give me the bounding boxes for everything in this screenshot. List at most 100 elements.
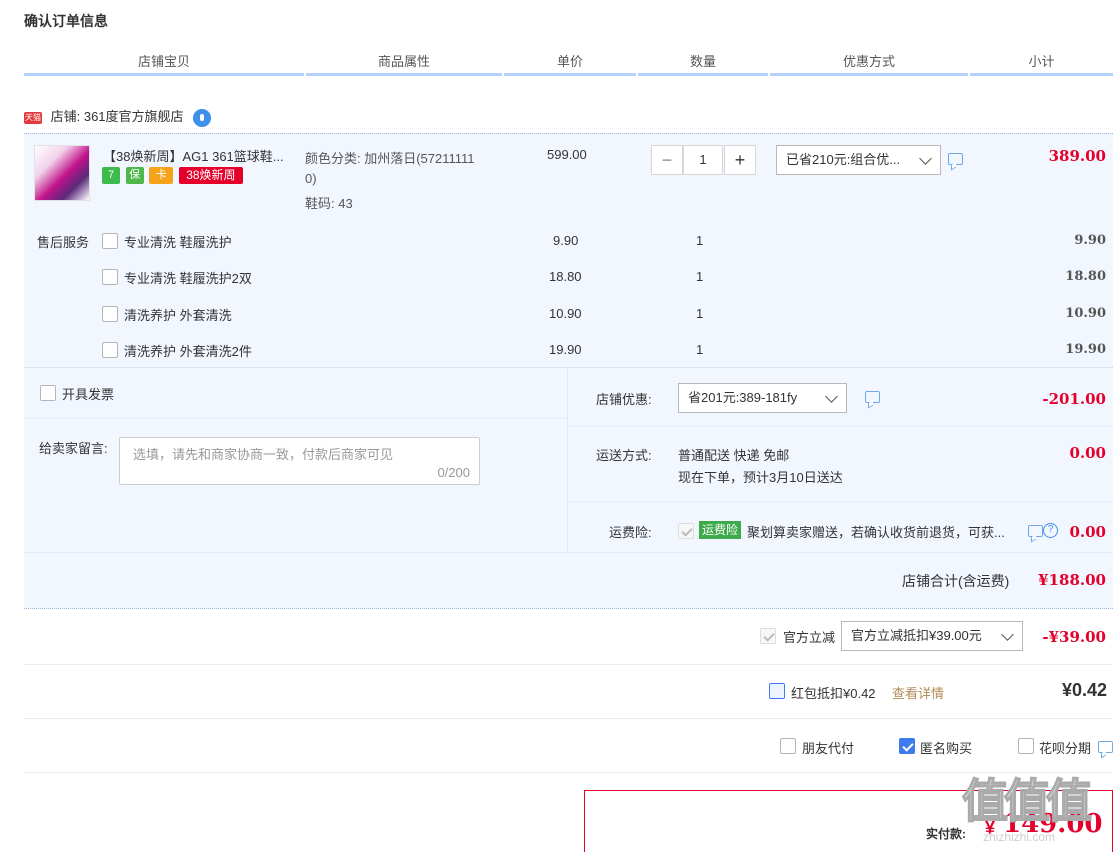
official-discount-checkbox	[760, 628, 776, 644]
watermark-logo: 值值值	[961, 774, 1093, 828]
divider	[24, 718, 1113, 719]
comment-icon[interactable]	[865, 391, 880, 403]
after-sales-name: 专业清洗 鞋履洗护2双	[124, 271, 252, 286]
official-discount-amount: -¥39.00	[1042, 628, 1106, 646]
message-counter: 0/200	[437, 465, 470, 480]
product-attr-color: 颜色分类: 加州落日(57211111	[305, 151, 475, 166]
shipping-method: 普通配送 快递 免邮	[678, 448, 790, 463]
after-sales-price: 9.90	[553, 233, 579, 248]
after-sales-checkbox[interactable]	[102, 342, 118, 358]
col-header-qty: 数量	[638, 48, 768, 76]
insurance-tag: 运费险	[699, 521, 742, 539]
shipping-amount: 0.00	[1069, 444, 1106, 462]
product-title[interactable]: 【38焕新周】AG1 361篮球鞋...	[103, 146, 298, 165]
after-sales-price: 19.90	[549, 342, 582, 357]
item-discount-select[interactable]: 已省210元:组合优...	[776, 145, 941, 175]
anonymous-checkbox[interactable]	[899, 738, 915, 754]
message-placeholder: 选填，请先和商家协商一致，付款后商家可见	[133, 447, 394, 462]
after-sales-checkbox[interactable]	[102, 269, 118, 285]
after-sales-qty: 1	[696, 306, 704, 321]
divider	[24, 772, 1113, 773]
shop-discount-amount: -201.00	[1042, 390, 1106, 408]
comment-icon[interactable]	[1028, 525, 1043, 537]
chevron-down-icon	[1001, 628, 1014, 641]
shop-discount-value: 省201元:389-181fy	[688, 390, 798, 405]
promo-tag: 38焕新周	[178, 167, 243, 185]
after-sales-name: 专业清洗 鞋履洗护	[124, 235, 232, 250]
shop-row: 天猫 店铺: 361度官方旗舰店	[24, 106, 212, 128]
card-icon: 卡	[149, 167, 174, 185]
qty-plus-button[interactable]: +	[724, 145, 756, 175]
insurance-text: 聚划算卖家赠送，若确认收货前退货，可获...	[747, 525, 1005, 540]
red-packet-amount: ¥0.42	[1061, 680, 1107, 700]
after-sales-subtotal: 10.90	[1065, 306, 1106, 321]
chevron-down-icon	[919, 152, 932, 165]
shipping-eta: 现在下单，预计3月10日送达	[678, 470, 843, 485]
message-label: 给卖家留言:	[39, 441, 108, 456]
after-sales-subtotal: 9.90	[1074, 233, 1106, 248]
page-title: 确认订单信息	[24, 13, 108, 29]
shop-total-amount: ¥188.00	[1038, 571, 1106, 589]
anonymous-label: 匿名购买	[920, 741, 973, 756]
after-sales-label: 售后服务	[37, 235, 90, 250]
seven-day-return-icon: 7	[102, 167, 120, 185]
red-packet-label: 红包抵扣¥0.42	[791, 686, 876, 701]
shop-name[interactable]: 店铺: 361度官方旗舰店	[51, 109, 184, 124]
col-header-price: 单价	[504, 48, 636, 76]
invoice-label: 开具发票	[62, 387, 115, 402]
after-sales-price: 18.80	[549, 269, 582, 284]
product-image[interactable]	[34, 145, 90, 201]
after-sales-subtotal: 19.90	[1065, 342, 1106, 357]
official-discount-select[interactable]: 官方立减抵扣¥39.00元	[841, 621, 1023, 651]
after-sales-checkbox[interactable]	[102, 233, 118, 249]
guarantee-icon: 保	[125, 167, 144, 185]
huabei-label: 花呗分期	[1039, 741, 1092, 756]
after-sales-subtotal: 18.80	[1065, 269, 1106, 284]
shipping-label: 运送方式:	[596, 448, 652, 463]
after-sales-name: 清洗养护 外套清洗	[124, 308, 232, 323]
col-header-discount: 优惠方式	[770, 48, 968, 76]
col-header-subtotal: 小计	[970, 48, 1113, 76]
insurance-label: 运费险:	[609, 525, 652, 540]
comment-icon[interactable]	[948, 153, 963, 165]
product-tags: 7 保 卡 38焕新周	[102, 167, 243, 185]
help-icon[interactable]: ?	[1043, 523, 1058, 538]
divider	[567, 368, 568, 552]
wangwang-chat-icon[interactable]	[193, 108, 212, 127]
huabei-checkbox[interactable]	[1018, 738, 1034, 754]
item-discount-value: 已省210元:组合优...	[786, 152, 901, 167]
final-payment-label: 实付款:	[926, 827, 966, 841]
chevron-down-icon	[825, 390, 838, 403]
qty-input[interactable]: 1	[683, 145, 723, 175]
comment-icon[interactable]	[1098, 741, 1113, 753]
col-header-attr: 商品属性	[306, 48, 502, 76]
item-subtotal: 389.00	[1048, 147, 1106, 165]
message-input[interactable]: 选填，请先和商家协商一致，付款后商家可见 0/200	[119, 437, 480, 485]
shop-discount-label: 店铺优惠:	[596, 392, 652, 407]
tmall-icon: 天猫	[24, 111, 42, 124]
friend-pay-label: 朋友代付	[802, 741, 855, 756]
after-sales-price: 10.90	[549, 306, 582, 321]
official-discount-value: 官方立减抵扣¥39.00元	[851, 628, 982, 643]
after-sales-checkbox[interactable]	[102, 306, 118, 322]
unit-price: 599.00	[547, 147, 587, 162]
after-sales-qty: 1	[696, 342, 704, 357]
after-sales-name: 清洗养护 外套清洗2件	[124, 344, 252, 359]
invoice-checkbox[interactable]	[40, 385, 56, 401]
divider	[24, 367, 1113, 368]
divider	[24, 418, 567, 419]
qty-minus-button[interactable]: −	[651, 145, 683, 175]
col-header-item: 店铺宝贝	[24, 48, 304, 76]
shop-discount-select[interactable]: 省201元:389-181fy	[678, 383, 847, 413]
divider	[568, 501, 1113, 502]
after-sales-qty: 1	[696, 233, 704, 248]
red-packet-details-link[interactable]: 查看详情	[892, 683, 944, 702]
divider	[24, 664, 1113, 665]
official-discount-label: 官方立减	[783, 630, 836, 645]
friend-pay-checkbox[interactable]	[780, 738, 796, 754]
divider	[568, 426, 1113, 427]
red-packet-checkbox[interactable]	[769, 683, 785, 699]
insurance-checkbox	[678, 523, 694, 539]
shop-total-label: 店铺合计(含运费)	[902, 573, 1010, 589]
insurance-amount: 0.00	[1069, 523, 1106, 541]
